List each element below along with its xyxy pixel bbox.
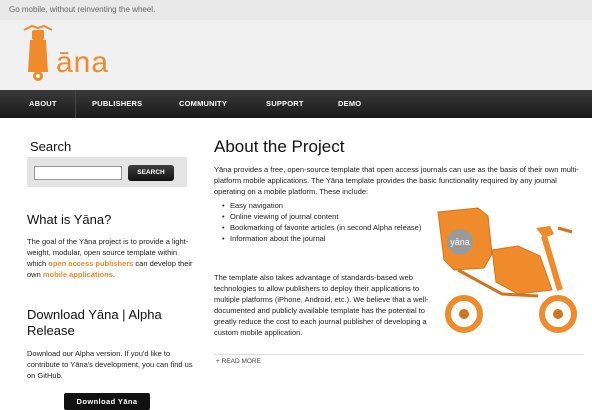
scooter-logo-icon (23, 24, 53, 81)
what-is-text: The goal of the Yāna project is to provi… (27, 236, 195, 280)
nav-community[interactable]: COMMUNITY (179, 99, 227, 108)
tagline: Go mobile, without reinventing the wheel… (9, 5, 156, 14)
scooter-badge-text: yāna (450, 237, 470, 247)
list-item: Easy navigation (222, 200, 422, 211)
download-heading: Download Yāna | Alpha Release (27, 307, 162, 338)
divider (214, 354, 584, 355)
what-is-heading: What is Yāna? (27, 212, 112, 227)
what-text-3: . (112, 270, 115, 279)
tagline-bar: Go mobile, without reinventing the wheel… (0, 0, 592, 20)
mobile-apps-link[interactable]: mobile applications (43, 270, 113, 279)
nav-separator (75, 90, 76, 118)
search-button[interactable]: SEARCH (128, 165, 174, 181)
read-more-link[interactable]: + READ MORE (216, 358, 261, 365)
search-input[interactable] (34, 166, 122, 180)
details-text: The template also takes advantage of sta… (214, 273, 429, 337)
site-logo[interactable]: āna (18, 22, 120, 86)
nav-demo[interactable]: DEMO (338, 99, 361, 108)
main-nav: ABOUT PUBLISHERS COMMUNITY SUPPORT DEMO (0, 90, 592, 118)
download-text: Download our Alpha version. If you'd lik… (27, 349, 193, 380)
scooter-illustration: yāna (432, 198, 584, 350)
list-item: Bookmarking of favorite articles (in sec… (222, 222, 422, 233)
features-list: Easy navigation Online viewing of journa… (222, 200, 422, 244)
list-item: Information about the journal (222, 233, 422, 244)
download-button[interactable]: Download Yāna (64, 393, 150, 410)
list-item: Online viewing of journal content (222, 211, 422, 222)
open-access-link[interactable]: open access publishers (48, 259, 133, 268)
search-heading: Search (30, 139, 72, 154)
page-title: About the Project (214, 137, 345, 156)
nav-publishers[interactable]: PUBLISHERS (92, 99, 142, 108)
logo-text: āna (56, 46, 110, 79)
intro-text: Yāna provides a free, open-source templa… (214, 165, 579, 196)
nav-about[interactable]: ABOUT (29, 99, 57, 108)
nav-support[interactable]: SUPPORT (266, 99, 304, 108)
